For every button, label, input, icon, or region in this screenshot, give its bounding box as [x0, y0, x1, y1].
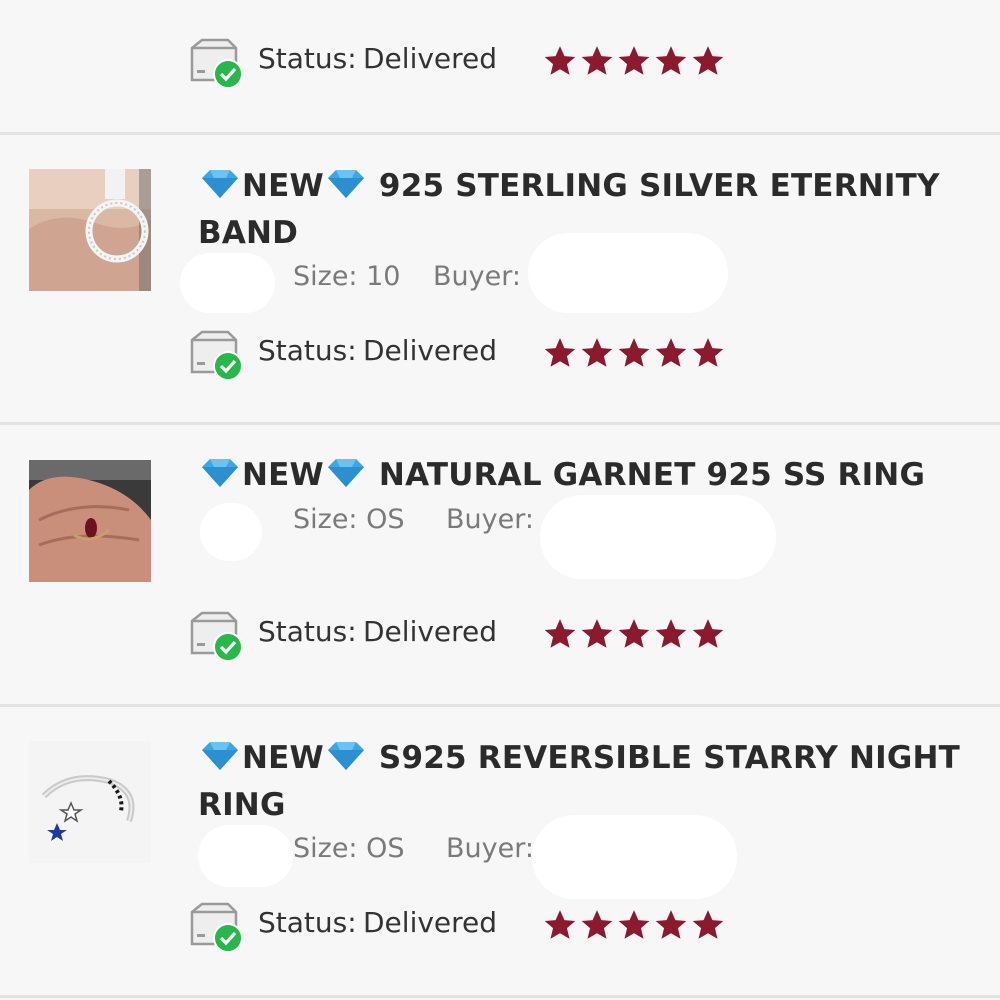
status-label: Status:: [258, 42, 357, 75]
order-item-0[interactable]: Status: Delivered: [0, 0, 1000, 132]
product-image[interactable]: [29, 169, 151, 291]
redaction: [200, 503, 262, 561]
star-icon: [581, 338, 613, 367]
star-icon: [544, 910, 576, 939]
buyer-label: Buyer:: [433, 261, 521, 292]
order-item-2[interactable]: NEW NATURAL GARNET 925 SS RING Size: OS …: [0, 425, 1000, 704]
star-icon: [692, 910, 724, 939]
gem-emoji-icon: [198, 168, 242, 200]
gem-emoji-icon: [324, 168, 368, 200]
status-value: Delivered: [363, 42, 498, 75]
buyer-label: Buyer:: [446, 833, 534, 864]
size-text: Size: OS: [293, 504, 405, 535]
status-label: Status:: [258, 615, 357, 648]
star-icon: [544, 619, 576, 648]
status-row: Status: Delivered: [188, 902, 748, 953]
order-item-1[interactable]: NEW 925 STERLING SILVER ETERNITY BAND Si…: [0, 135, 1000, 422]
status-row: Status: Delivered: [188, 38, 748, 89]
star-icon: [544, 46, 576, 75]
size-text: Size: 10: [293, 261, 401, 292]
star-icon: [544, 338, 576, 367]
star-icon: [618, 338, 650, 367]
status-value: Delivered: [363, 615, 498, 648]
delivered-box-icon: [190, 611, 243, 662]
star-icon: [618, 46, 650, 75]
gem-emoji-icon: [324, 740, 368, 772]
delivered-box-icon: [190, 38, 243, 89]
star-icon: [581, 46, 613, 75]
star-icon: [655, 46, 687, 75]
rating-stars: [543, 336, 725, 370]
status-label: Status:: [258, 334, 357, 367]
redaction: [198, 825, 293, 887]
title-prefix: NEW: [242, 740, 324, 776]
status-row: Status: Delivered: [188, 330, 748, 381]
redaction: [532, 815, 737, 899]
star-icon: [692, 46, 724, 75]
title-prefix: NEW: [242, 168, 324, 204]
product-title[interactable]: NEW NATURAL GARNET 925 SS RING: [198, 452, 978, 499]
star-icon: [655, 910, 687, 939]
redaction: [180, 253, 275, 313]
status-value: Delivered: [363, 334, 498, 367]
delivered-box-icon: [190, 902, 243, 953]
star-icon: [692, 338, 724, 367]
product-image[interactable]: [29, 741, 151, 863]
buyer-label: Buyer:: [446, 504, 534, 535]
delivered-box-icon: [190, 330, 243, 381]
status-value: Delivered: [363, 906, 498, 939]
title-prefix: NEW: [242, 457, 324, 493]
size-text: Size: OS: [293, 833, 405, 864]
rating-stars: [543, 908, 725, 942]
redaction: [540, 495, 776, 579]
star-icon: [581, 910, 613, 939]
status-row: Status: Delivered: [188, 611, 748, 662]
star-icon: [655, 338, 687, 367]
rating-stars: [543, 617, 725, 651]
status-label: Status:: [258, 906, 357, 939]
star-icon: [655, 619, 687, 648]
rating-stars: [543, 44, 725, 78]
redaction: [528, 233, 728, 313]
order-item-3[interactable]: NEW S925 REVERSIBLE STARRY NIGHT RING Si…: [0, 707, 1000, 995]
star-icon: [618, 619, 650, 648]
divider: [0, 995, 1000, 998]
star-icon: [692, 619, 724, 648]
star-icon: [581, 619, 613, 648]
star-icon: [618, 910, 650, 939]
product-image[interactable]: [29, 460, 151, 582]
gem-emoji-icon: [198, 457, 242, 489]
title-text: NATURAL GARNET 925 SS RING: [378, 457, 926, 493]
gem-emoji-icon: [324, 457, 368, 489]
gem-emoji-icon: [198, 740, 242, 772]
